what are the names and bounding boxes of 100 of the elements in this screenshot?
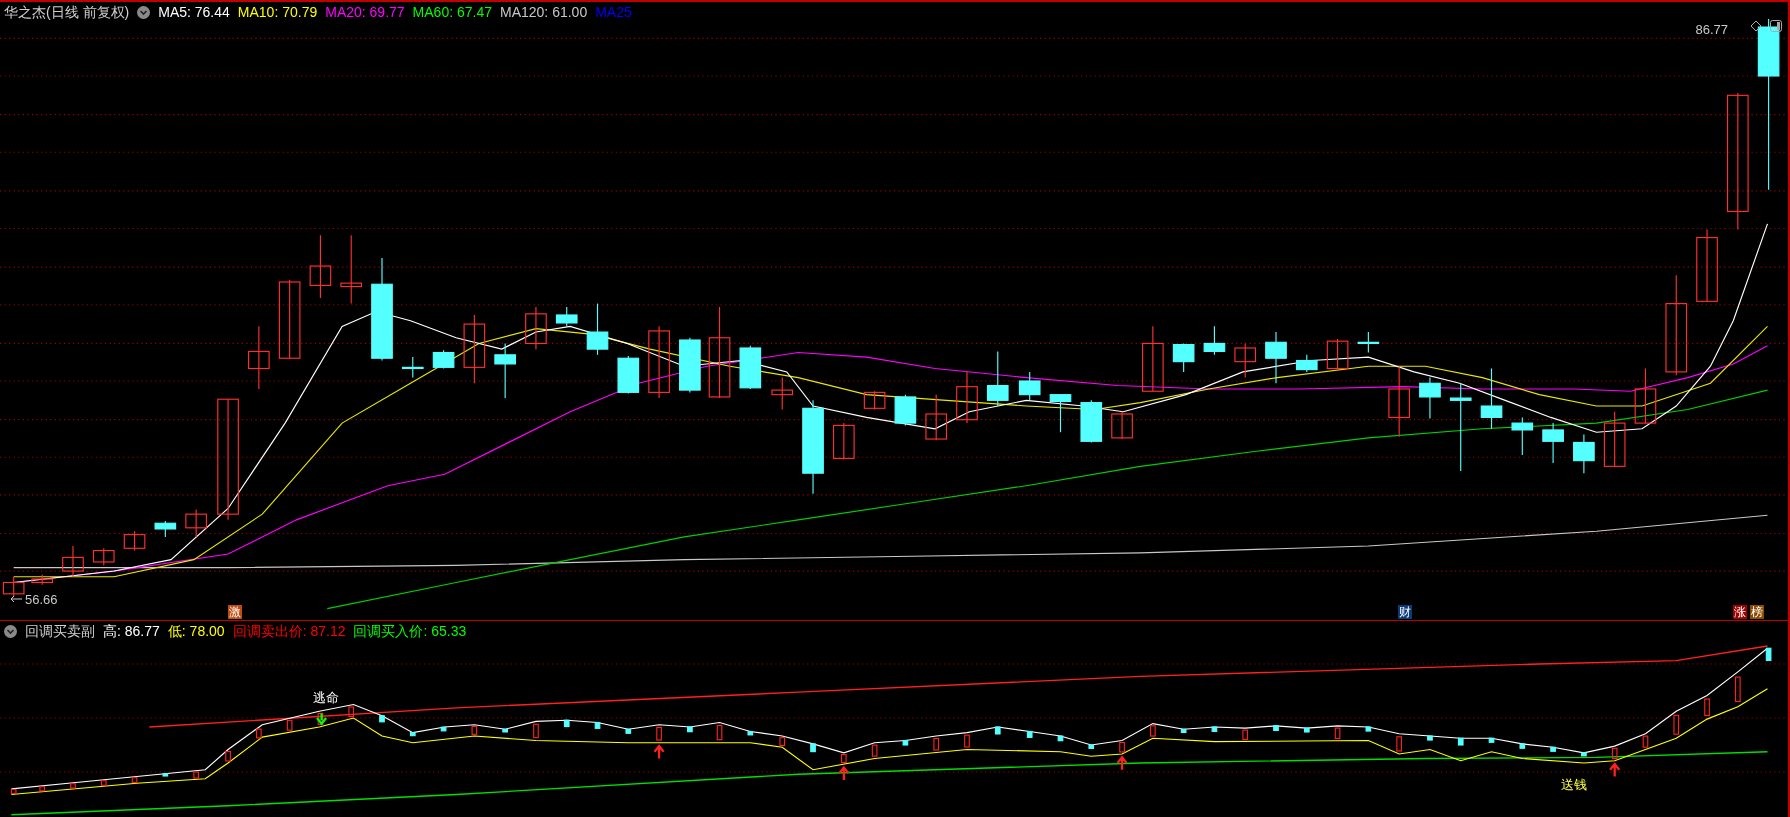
candlestick	[1049, 394, 1072, 433]
chart-title: 华之杰(日线 前复权)	[4, 2, 130, 22]
indicator-bar	[1334, 727, 1341, 740]
candlestick	[956, 371, 978, 424]
candlestick	[432, 349, 455, 370]
indicator-bar	[1273, 725, 1279, 732]
indicator-bar	[810, 743, 816, 753]
indicator-bar	[994, 726, 1001, 735]
signal-label: 逃命	[312, 690, 339, 705]
down-arrow-icon	[315, 712, 328, 726]
candlestick	[679, 337, 701, 393]
low-price-label: 56.66	[25, 591, 58, 609]
indicator-bar	[348, 706, 355, 718]
indicator-value: MA25	[595, 2, 632, 22]
indicator-bar	[70, 783, 76, 789]
candlestick	[833, 422, 855, 461]
candlestick	[525, 306, 547, 350]
indicator-value: MA10: 70.79	[237, 2, 318, 22]
indicator-value: 高: 86.77	[103, 621, 160, 641]
indicator-bar	[131, 777, 138, 783]
panel-toggle-icon[interactable]	[1770, 20, 1782, 32]
candlestick	[1172, 342, 1195, 373]
candlestick	[1511, 416, 1534, 456]
indicator-bar	[933, 737, 940, 751]
indicator-value: MA120: 61.00	[500, 2, 588, 22]
indicator-bar	[1457, 737, 1464, 746]
chevron-down-icon[interactable]	[137, 5, 151, 19]
candlestick	[1419, 377, 1441, 420]
candlestick	[1573, 433, 1595, 474]
indicator-bar	[440, 726, 447, 732]
indicator-bar	[409, 732, 416, 737]
indicator-bar	[1057, 735, 1064, 742]
event-tag[interactable]: 激	[228, 605, 243, 619]
indicator-bar	[687, 726, 693, 733]
candlestick	[62, 545, 84, 578]
up-arrow-icon	[838, 765, 850, 781]
indicator-bar	[1488, 737, 1495, 743]
candlestick	[463, 314, 486, 384]
candlestick	[739, 345, 762, 390]
candlestick	[248, 325, 270, 390]
high-price-label: 86.77	[1695, 21, 1728, 39]
indicator-bar	[1519, 743, 1526, 749]
indicator-value: 低: 78.00	[167, 621, 225, 641]
indicator-bar	[256, 728, 262, 739]
indicator-bar	[1765, 647, 1772, 661]
candlestick	[925, 394, 948, 441]
indicator-bar	[1026, 730, 1033, 738]
indicator-bar	[10, 788, 17, 794]
candlestick	[1111, 411, 1133, 440]
indicator-bar	[1180, 728, 1187, 734]
indicator-bar	[625, 728, 632, 734]
candlestick	[555, 306, 578, 327]
indicator-bar	[871, 744, 878, 757]
indicator-bar	[1611, 747, 1618, 760]
candlestick	[1634, 367, 1657, 424]
indicator-bar	[1303, 727, 1310, 733]
indicator-value: MA60: 67.47	[412, 2, 492, 22]
candlestick	[1357, 331, 1380, 354]
chevron-down-icon[interactable]	[4, 624, 17, 638]
indicator-bar	[533, 723, 539, 739]
indicator-value: MA20: 69.77	[325, 2, 405, 22]
indicator-bar	[225, 750, 231, 762]
indicator-bar	[594, 721, 601, 729]
indicator-bar	[841, 754, 847, 763]
indicator-bar	[656, 726, 662, 741]
indicator-bar	[1642, 735, 1649, 748]
candlestick	[1142, 325, 1164, 392]
indicator-bar	[39, 786, 46, 792]
signal-label: 送钱	[1561, 778, 1588, 793]
event-tag[interactable]: 榜	[1750, 605, 1765, 619]
diamond-icon[interactable]	[1750, 20, 1762, 32]
indicator-bar	[1581, 752, 1587, 757]
candlestick	[1265, 331, 1287, 384]
candlestick	[1203, 325, 1226, 356]
indicator-bar	[902, 739, 909, 746]
up-arrow-icon	[1116, 755, 1128, 771]
candlestick	[185, 509, 207, 538]
indicator-bar	[1735, 676, 1741, 703]
left-arrow-icon	[10, 595, 22, 603]
candlestick	[401, 356, 424, 379]
candlestick	[340, 234, 363, 305]
indicator-bar	[286, 719, 293, 731]
indicator-bar	[1211, 726, 1218, 732]
candlestick	[309, 234, 332, 299]
candlestick	[154, 520, 177, 538]
indicator-bar	[779, 737, 786, 747]
indicator-bar	[100, 780, 107, 786]
indicator-bar	[1704, 698, 1710, 717]
candlestick	[617, 355, 640, 395]
indicator-bar	[317, 712, 324, 725]
indicator-bar	[502, 728, 508, 733]
candlestick	[1542, 422, 1564, 464]
indicator-bar	[1242, 729, 1249, 740]
candlestick	[1234, 342, 1257, 379]
indicator-bar	[1088, 744, 1095, 749]
event-tag[interactable]: 涨	[1733, 605, 1748, 619]
indicator-bar	[964, 734, 970, 748]
indicator-bar	[1673, 714, 1680, 735]
candlestick	[2, 576, 25, 598]
event-tag[interactable]: 财	[1398, 605, 1412, 619]
